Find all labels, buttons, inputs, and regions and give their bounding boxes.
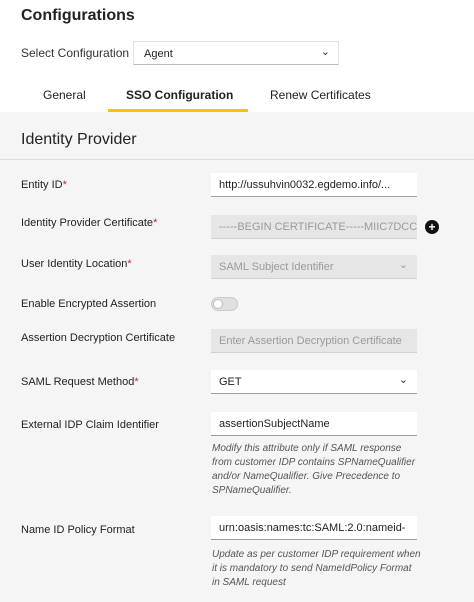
tab-general[interactable]: General <box>43 88 86 102</box>
user-identity-location-label-text: User Identity Location <box>21 258 128 270</box>
user-identity-location-select[interactable]: SAML Subject Identifier ⌄ <box>211 255 417 279</box>
entity-id-input[interactable]: http://ussuhvin0032.egdemo.info/... <box>211 173 417 197</box>
required-marker: * <box>62 179 67 191</box>
user-identity-location-value: SAML Subject Identifier <box>219 261 334 273</box>
assertion-decryption-certificate-input[interactable]: Enter Assertion Decryption Certificate <box>211 329 417 353</box>
name-id-policy-format-input[interactable]: urn:oasis:names:tc:SAML:2.0:nameid- <box>211 516 417 540</box>
configuration-select[interactable]: Agent ⌄ <box>133 41 339 65</box>
chevron-down-icon: ⌄ <box>320 46 330 58</box>
entity-id-label: Entity ID* <box>21 179 67 191</box>
required-marker: * <box>127 258 132 270</box>
external-idp-claim-identifier-label: External IDP Claim Identifier <box>21 419 159 431</box>
saml-request-method-value: GET <box>219 376 242 388</box>
required-marker: * <box>153 217 158 229</box>
idp-certificate-label-text: Identity Provider Certificate <box>21 217 154 229</box>
entity-id-label-text: Entity ID <box>21 179 63 191</box>
page-title: Configurations <box>21 7 135 24</box>
section-divider <box>0 159 474 160</box>
configuration-select-value: Agent <box>144 48 173 60</box>
user-identity-location-label: User Identity Location* <box>21 258 132 270</box>
tab-bar: General SSO Configuration Renew Certific… <box>0 82 474 112</box>
plus-circle-icon[interactable]: + <box>425 220 439 234</box>
enable-encrypted-assertion-label: Enable Encrypted Assertion <box>21 298 157 310</box>
chevron-down-icon: ⌄ <box>398 259 408 271</box>
external-idp-claim-identifier-input[interactable]: assertionSubjectName <box>211 412 417 436</box>
section-title: Identity Provider <box>21 131 137 148</box>
chevron-down-icon: ⌄ <box>398 374 408 386</box>
external-idp-claim-identifier-helper: Modify this attribute only if SAML respo… <box>212 443 416 496</box>
tab-renew-certificates[interactable]: Renew Certificates <box>270 88 371 102</box>
tab-sso-configuration[interactable]: SSO Configuration <box>126 88 233 102</box>
required-marker: * <box>134 376 139 388</box>
idp-certificate-input[interactable]: -----BEGIN CERTIFICATE-----MIIC7DCCA <box>211 215 417 239</box>
enable-encrypted-assertion-toggle[interactable] <box>211 297 238 311</box>
select-configuration-label: Select Configuration <box>21 46 130 60</box>
assertion-decryption-certificate-label: Assertion Decryption Certificate <box>21 332 176 344</box>
saml-request-method-label: SAML Request Method* <box>21 376 139 388</box>
name-id-policy-format-label: Name ID Policy Format <box>21 524 135 536</box>
toggle-knob <box>213 299 223 309</box>
idp-certificate-label: Identity Provider Certificate* <box>21 217 157 229</box>
name-id-policy-format-helper: Update as per customer IDP requirement w… <box>212 549 421 588</box>
saml-request-method-label-text: SAML Request Method <box>21 376 135 388</box>
saml-request-method-select[interactable]: GET ⌄ <box>211 370 417 394</box>
